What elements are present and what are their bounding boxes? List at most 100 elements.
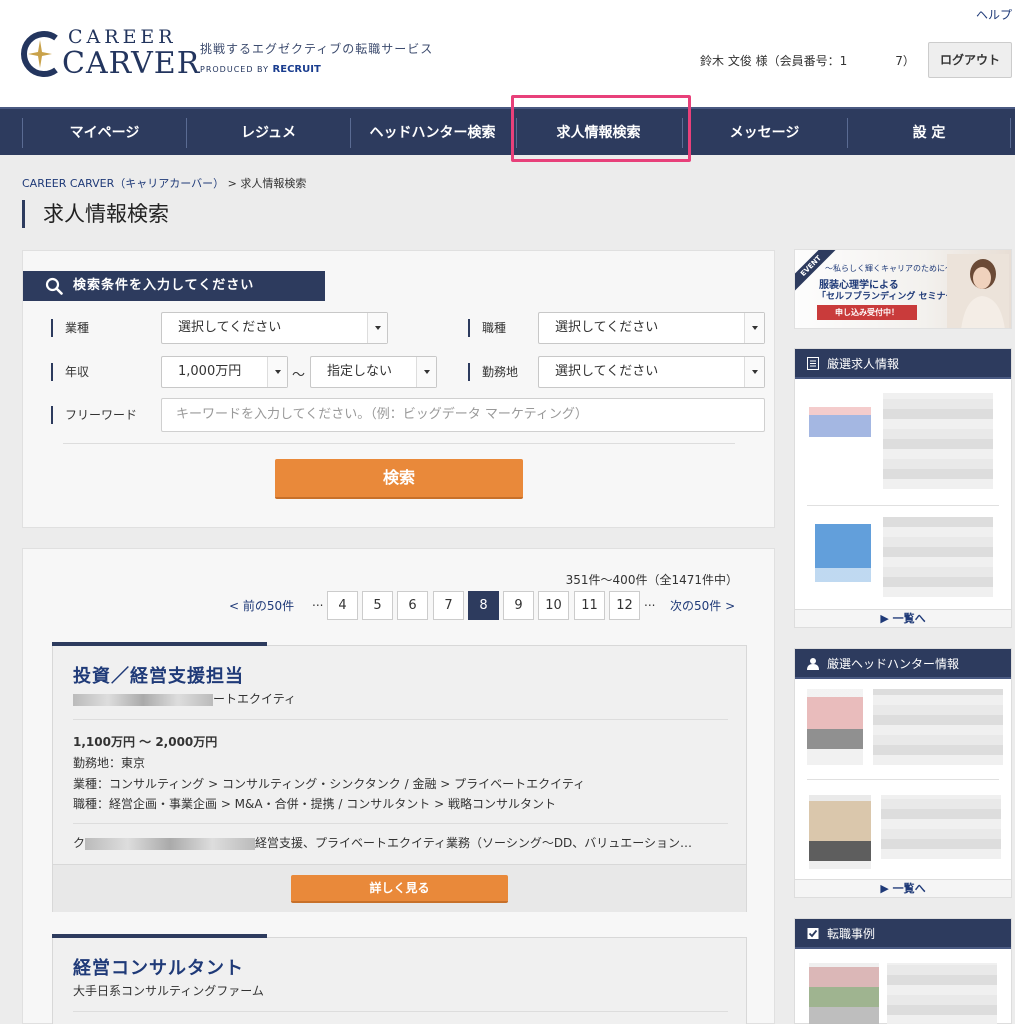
- card-divider: [73, 719, 728, 720]
- logo-c-emblem-icon: [21, 31, 58, 77]
- nav-headhunter-search[interactable]: ヘッドハンター検索: [350, 118, 514, 148]
- help-link[interactable]: ヘルプ: [976, 6, 1012, 23]
- redacted-job-info[interactable]: [883, 393, 993, 489]
- nav-mypage[interactable]: マイページ: [22, 118, 186, 148]
- search-panel: 検索条件を入力してください 業種 選択してください 職種 選択してください 年収…: [22, 250, 775, 528]
- next-page-link[interactable]: 次の50件 >: [670, 597, 735, 614]
- freeword-input[interactable]: キーワードを入力してください。（例：ビッグデータ マーケティング）: [161, 398, 765, 432]
- salary-range-separator: 〜: [292, 368, 306, 383]
- main-nav: マイページ レジュメ ヘッドハンター検索 求人情報検索 メッセージ 設 定: [0, 107, 1015, 155]
- headhunter-photo[interactable]: [807, 689, 863, 765]
- headhunters-title: 厳選ヘッドハンター情報: [827, 657, 960, 671]
- chevron-down-icon: [367, 313, 387, 343]
- job-industry: 業種：コンサルティング > コンサルティング・シンクタンク / 金融 > プライ…: [73, 777, 586, 791]
- chevron-down-icon: [744, 313, 764, 343]
- woman-photo-icon: [947, 254, 1009, 328]
- nav-settings[interactable]: 設 定: [847, 118, 1011, 148]
- breadcrumb-home[interactable]: CAREER CARVER（キャリアカーバー）: [22, 177, 224, 190]
- page-button-current[interactable]: 8: [468, 591, 499, 620]
- search-button[interactable]: 検索: [275, 459, 523, 499]
- freeword-placeholder: キーワードを入力してください。（例：ビッグデータ マーケティング）: [176, 407, 588, 422]
- breadcrumb: CAREER CARVER（キャリアカーバー） > 求人情報検索: [22, 175, 306, 191]
- desc-prefix: ク: [73, 836, 86, 850]
- job-type: 職種：経営企画・事業企画 > M&A・合併・提携 / コンサルタント > 戦略コ…: [73, 797, 556, 811]
- chevron-down-icon: [744, 357, 764, 387]
- case-thumbnail[interactable]: [809, 963, 879, 1024]
- page-title: 求人情報検索: [22, 200, 169, 228]
- featured-jobs-box: 厳選求人情報 ▶ 一覧へ: [794, 348, 1012, 628]
- career-carver-logo[interactable]: CAREER CARVER: [20, 26, 199, 82]
- results-count: 351件〜400件（全1471件中）: [565, 573, 738, 587]
- salary-max-value: 指定しない: [327, 364, 393, 379]
- page-button[interactable]: 6: [397, 591, 428, 620]
- page-button[interactable]: 4: [327, 591, 358, 620]
- job-card-footer: 詳しく見る: [53, 864, 746, 912]
- headhunters-box: 厳選ヘッドハンター情報 ▶ 一覧へ: [794, 648, 1012, 898]
- featured-jobs-more-link[interactable]: ▶ 一覧へ: [795, 609, 1011, 627]
- redacted-headhunter-info[interactable]: [881, 795, 1001, 859]
- search-icon: [45, 277, 63, 295]
- redacted-headhunter-info[interactable]: [873, 689, 1003, 765]
- featured-jobs-title: 厳選求人情報: [827, 357, 900, 371]
- prev-page-link[interactable]: < 前の50件: [229, 597, 294, 614]
- logo-text-career: CAREER: [68, 26, 177, 48]
- chevron-down-icon: [416, 357, 436, 387]
- event-cta: 申し込み受付中！: [817, 305, 917, 320]
- document-list-icon: [807, 357, 819, 370]
- logout-button[interactable]: ログアウト: [928, 42, 1012, 78]
- redacted-case-info[interactable]: [887, 963, 997, 1024]
- salary-min-value: 1,000万円: [178, 364, 242, 379]
- produced-by-label: PRODUCED BY: [200, 65, 269, 74]
- card-divider: [73, 823, 728, 824]
- event-subtitle: 〜私らしく輝くキャリアのために〜: [825, 264, 953, 273]
- location-select[interactable]: 選択してください: [538, 356, 765, 388]
- career-change-cases-box: 転職事例: [794, 918, 1012, 1024]
- chevron-down-icon: [267, 357, 287, 387]
- redacted-text: [85, 837, 256, 850]
- job-type-select[interactable]: 選択してください: [538, 312, 765, 344]
- page-button[interactable]: 9: [503, 591, 534, 620]
- featured-jobs-header: 厳選求人情報: [795, 349, 1011, 379]
- side-divider: [807, 505, 999, 506]
- cases-header: 転職事例: [795, 919, 1011, 949]
- headhunters-more-link[interactable]: ▶ 一覧へ: [795, 879, 1011, 897]
- job-thumbnail[interactable]: [809, 393, 871, 455]
- desc-text: 経営支援、プライベートエクイティ業務（ソーシング〜DD、バリュエーション…: [255, 836, 693, 850]
- nav-highlight-box: [511, 95, 691, 162]
- company-name: ートエクイティ: [73, 690, 296, 707]
- page-button[interactable]: 5: [362, 591, 393, 620]
- user-info: 鈴木 文俊 様（会員番号：1 7）: [700, 54, 915, 68]
- job-type-select-value: 選択してください: [555, 320, 659, 335]
- company-name: 大手日系コンサルティングファーム: [73, 984, 264, 998]
- event-banner[interactable]: EVENT 〜私らしく輝くキャリアのために〜 服装心理学による 「セルフブランデ…: [794, 249, 1012, 329]
- page-button[interactable]: 11: [574, 591, 605, 620]
- job-title[interactable]: 投資／経営支援担当: [73, 662, 244, 688]
- breadcrumb-separator: >: [227, 177, 237, 190]
- page-button[interactable]: 10: [538, 591, 569, 620]
- breadcrumb-current: 求人情報検索: [240, 177, 307, 190]
- salary-range: 1,100万円 〜 2,000万円: [73, 735, 218, 749]
- search-panel-header: 検索条件を入力してください: [23, 271, 325, 301]
- job-thumbnail[interactable]: [815, 524, 871, 582]
- job-description: ク 経営支援、プライベートエクイティ業務（ソーシング〜DD、バリュエーション…: [73, 834, 692, 851]
- results-panel: 351件〜400件（全1471件中） < 前の50件 ... 4 5 6 7 8…: [22, 548, 775, 1024]
- job-card-accent: [52, 642, 267, 646]
- headhunter-photo[interactable]: [809, 795, 871, 869]
- headhunters-header: 厳選ヘッドハンター情報: [795, 649, 1011, 679]
- job-title[interactable]: 経営コンサルタント: [73, 954, 244, 980]
- industry-select-value: 選択してください: [178, 320, 282, 335]
- salary-max-select[interactable]: 指定しない: [310, 356, 437, 388]
- checkbox-icon: [807, 928, 819, 939]
- search-header-label: 検索条件を入力してください: [73, 278, 255, 293]
- salary-min-select[interactable]: 1,000万円: [161, 356, 288, 388]
- nav-resume[interactable]: レジュメ: [186, 118, 350, 148]
- company-suffix: ートエクイティ: [213, 692, 297, 706]
- page-button[interactable]: 12: [609, 591, 640, 620]
- industry-label: 業種: [51, 319, 89, 337]
- industry-select[interactable]: 選択してください: [161, 312, 388, 344]
- redacted-job-info[interactable]: [883, 517, 993, 597]
- nav-messages[interactable]: メッセージ: [682, 118, 846, 148]
- search-divider: [63, 443, 735, 444]
- page-button[interactable]: 7: [433, 591, 464, 620]
- view-details-button[interactable]: 詳しく見る: [291, 875, 508, 903]
